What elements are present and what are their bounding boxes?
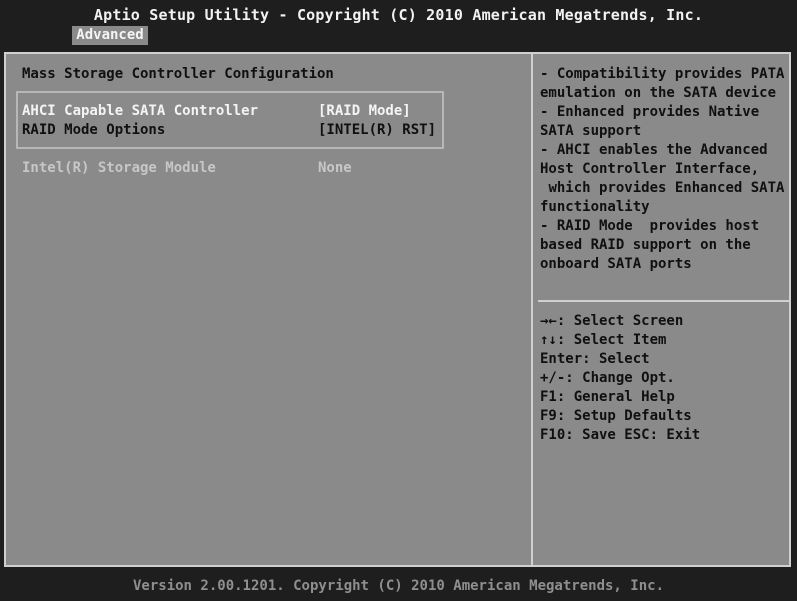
help-divider bbox=[538, 300, 790, 302]
selected-options-box bbox=[16, 91, 444, 149]
help-text: - Compatibility provides PATA emulation … bbox=[540, 66, 785, 272]
key-legend: →←: Select Screen ↑↓: Select Item Enter:… bbox=[540, 312, 790, 445]
key-save-exit: F10: Save ESC: Exit bbox=[540, 427, 701, 443]
key-setup-defaults: F9: Setup Defaults bbox=[540, 408, 692, 424]
option-label: Intel(R) Storage Module bbox=[22, 160, 216, 176]
option-value[interactable]: [INTEL(R) RST] bbox=[318, 122, 436, 138]
key-select-screen: →←: Select Screen bbox=[540, 313, 684, 329]
option-value[interactable]: [RAID Mode] bbox=[318, 103, 411, 119]
key-change-option: +/-: Change Opt. bbox=[540, 370, 675, 386]
help-pane: - Compatibility provides PATA emulation … bbox=[534, 54, 790, 565]
setup-panel: Mass Storage Controller Configuration AH… bbox=[4, 52, 791, 567]
tab-advanced[interactable]: Advanced bbox=[72, 26, 148, 45]
title-bar: Aptio Setup Utility - Copyright (C) 2010… bbox=[0, 0, 797, 46]
key-enter-select: Enter: Select bbox=[540, 351, 650, 367]
main-pane: Mass Storage Controller Configuration AH… bbox=[6, 54, 530, 565]
key-select-item: ↑↓: Select Item bbox=[540, 332, 667, 348]
option-label: AHCI Capable SATA Controller bbox=[22, 103, 259, 119]
key-general-help: F1: General Help bbox=[540, 389, 675, 405]
footer-version: Version 2.00.1201. Copyright (C) 2010 Am… bbox=[0, 575, 797, 601]
option-value: None bbox=[318, 160, 352, 176]
app-title: Aptio Setup Utility - Copyright (C) 2010… bbox=[93, 6, 704, 24]
option-label: RAID Mode Options bbox=[22, 122, 166, 138]
vertical-divider bbox=[531, 54, 533, 565]
section-title: Mass Storage Controller Configuration bbox=[22, 66, 334, 82]
